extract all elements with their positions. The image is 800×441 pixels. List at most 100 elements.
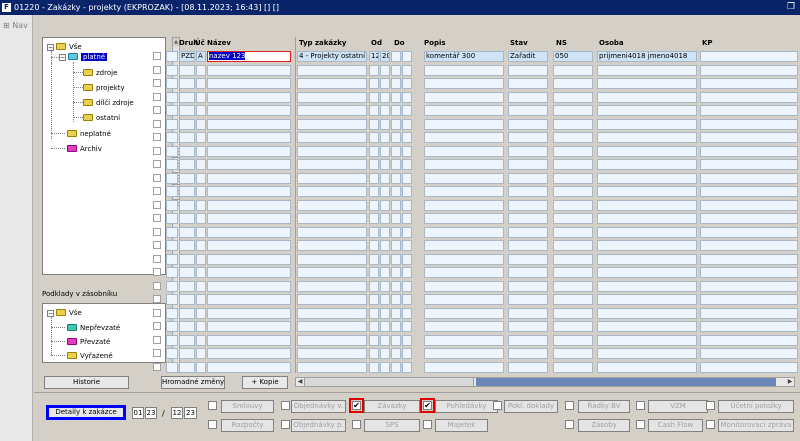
row-select-checkbox[interactable]: [153, 147, 161, 155]
col-header-osoba[interactable]: Osoba: [599, 39, 624, 47]
grid-cell-druh[interactable]: [179, 281, 195, 292]
grid-cell-typ[interactable]: [297, 92, 367, 103]
col-header-do[interactable]: Do: [394, 39, 405, 47]
grid-cell-x2[interactable]: [402, 51, 412, 62]
grid-cell-druh[interactable]: [179, 213, 195, 224]
grid-cell-x1[interactable]: [391, 267, 401, 278]
grid-cell-popis[interactable]: [424, 281, 504, 292]
grid-cell-stav[interactable]: [508, 294, 548, 305]
row-select-checkbox[interactable]: [153, 93, 161, 101]
row-select-checkbox[interactable]: [153, 282, 161, 290]
grid-cell-typ[interactable]: [297, 132, 367, 143]
grid-cell-stav[interactable]: [508, 267, 548, 278]
grid-cell-x1[interactable]: [391, 159, 401, 170]
grid-cell-osoba[interactable]: [597, 132, 697, 143]
grid-cell-kp[interactable]: [700, 173, 798, 184]
grid-cell-druh[interactable]: [179, 78, 195, 89]
grid-cell-x2[interactable]: [402, 240, 412, 251]
grid-cell-uc[interactable]: [196, 132, 206, 143]
row-marker-cell[interactable]: [166, 159, 178, 170]
objednavky-v-checkbox[interactable]: [281, 401, 290, 410]
grid-cell-typ[interactable]: [297, 335, 367, 346]
monitorovaci-checkbox[interactable]: [706, 420, 715, 429]
grid-cell-osoba[interactable]: [597, 146, 697, 157]
detaily-k-zakazce-button[interactable]: Detaily k zakázce: [46, 405, 126, 420]
grid-cell-stav[interactable]: [508, 92, 548, 103]
rozpocty-button[interactable]: Rozpočty: [221, 419, 274, 432]
grid-cell-druh[interactable]: [179, 335, 195, 346]
grid-cell-od[interactable]: [369, 119, 379, 130]
grid-cell-od[interactable]: [369, 348, 379, 359]
grid-cell-osoba[interactable]: [597, 254, 697, 265]
tree2-item-neprevzate[interactable]: Nepřevzaté: [67, 323, 120, 333]
grid-cell-x1[interactable]: [391, 254, 401, 265]
grid-cell-kp[interactable]: [700, 281, 798, 292]
grid-cell-x2[interactable]: [402, 78, 412, 89]
grid-cell-do[interactable]: [380, 362, 390, 373]
grid-cell-kp[interactable]: [700, 362, 798, 373]
grid-cell-typ[interactable]: [297, 159, 367, 170]
grid-cell-osoba[interactable]: [597, 200, 697, 211]
grid-cell-typ[interactable]: [297, 227, 367, 238]
grid-cell-kp[interactable]: [700, 119, 798, 130]
cash-flow-checkbox[interactable]: [636, 420, 645, 429]
row-marker-cell[interactable]: [166, 51, 178, 62]
majetek-button[interactable]: Majetek: [435, 419, 488, 432]
grid-cell-typ[interactable]: [297, 146, 367, 157]
grid-cell-stav[interactable]: [508, 227, 548, 238]
grid-cell-stav[interactable]: [508, 119, 548, 130]
period-from-year[interactable]: 23: [145, 407, 157, 419]
grid-cell-kp[interactable]: [700, 227, 798, 238]
grid-cell-osoba[interactable]: [597, 308, 697, 319]
grid-cell-stav[interactable]: [508, 200, 548, 211]
grid-cell-x2[interactable]: [402, 213, 412, 224]
tree2-item-prevzate[interactable]: Převzaté: [67, 337, 110, 347]
row-select-checkbox[interactable]: [153, 309, 161, 317]
grid-cell-od[interactable]: [369, 267, 379, 278]
zavazky-button[interactable]: Závazky: [364, 400, 420, 413]
grid-cell-do[interactable]: [380, 132, 390, 143]
row-marker-cell[interactable]: [166, 281, 178, 292]
grid-cell-kp[interactable]: [700, 78, 798, 89]
grid-cell-uc[interactable]: [196, 267, 206, 278]
col-header-nazev[interactable]: Název: [207, 39, 231, 47]
grid-cell-x2[interactable]: [402, 92, 412, 103]
grid-cell-ns[interactable]: [553, 78, 593, 89]
grid-cell-typ[interactable]: [297, 173, 367, 184]
tree-item-projekty[interactable]: projekty: [83, 83, 125, 93]
grid-cell-od[interactable]: [369, 227, 379, 238]
row-marker-cell[interactable]: [166, 308, 178, 319]
grid-cell-ns[interactable]: [553, 254, 593, 265]
row-select-checkbox[interactable]: [153, 336, 161, 344]
grid-cell-typ[interactable]: [297, 105, 367, 116]
grid-cell-druh[interactable]: [179, 227, 195, 238]
vzm-checkbox[interactable]: [636, 401, 645, 410]
pokl-doklady-checkbox[interactable]: [493, 401, 502, 410]
grid-cell-typ[interactable]: [297, 119, 367, 130]
row-marker-cell[interactable]: [166, 335, 178, 346]
grid-cell-nazev[interactable]: [207, 200, 291, 211]
grid-cell-osoba[interactable]: [597, 213, 697, 224]
grid-cell-popis[interactable]: [424, 186, 504, 197]
row-select-checkbox[interactable]: [153, 255, 161, 263]
tree-item-neplatne[interactable]: neplatné: [67, 129, 111, 139]
grid-cell-osoba[interactable]: [597, 227, 697, 238]
row-marker-cell[interactable]: [166, 186, 178, 197]
grid-cell-popis[interactable]: [424, 213, 504, 224]
grid-cell-druh[interactable]: PZD: [179, 51, 195, 62]
grid-cell-od[interactable]: [369, 78, 379, 89]
grid-cell-kp[interactable]: [700, 132, 798, 143]
grid-cell-uc[interactable]: [196, 146, 206, 157]
grid-cell-osoba[interactable]: [597, 186, 697, 197]
grid-cell-druh[interactable]: [179, 308, 195, 319]
scroll-thumb[interactable]: [304, 378, 474, 386]
vzm-button[interactable]: VZM: [648, 400, 708, 413]
grid-cell-x2[interactable]: [402, 119, 412, 130]
grid-cell-typ[interactable]: [297, 267, 367, 278]
grid-cell-popis[interactable]: [424, 105, 504, 116]
grid-cell-x2[interactable]: [402, 294, 412, 305]
grid-cell-druh[interactable]: [179, 92, 195, 103]
grid-cell-uc[interactable]: [196, 186, 206, 197]
grid-cell-druh[interactable]: [179, 146, 195, 157]
grid-cell-typ[interactable]: [297, 213, 367, 224]
